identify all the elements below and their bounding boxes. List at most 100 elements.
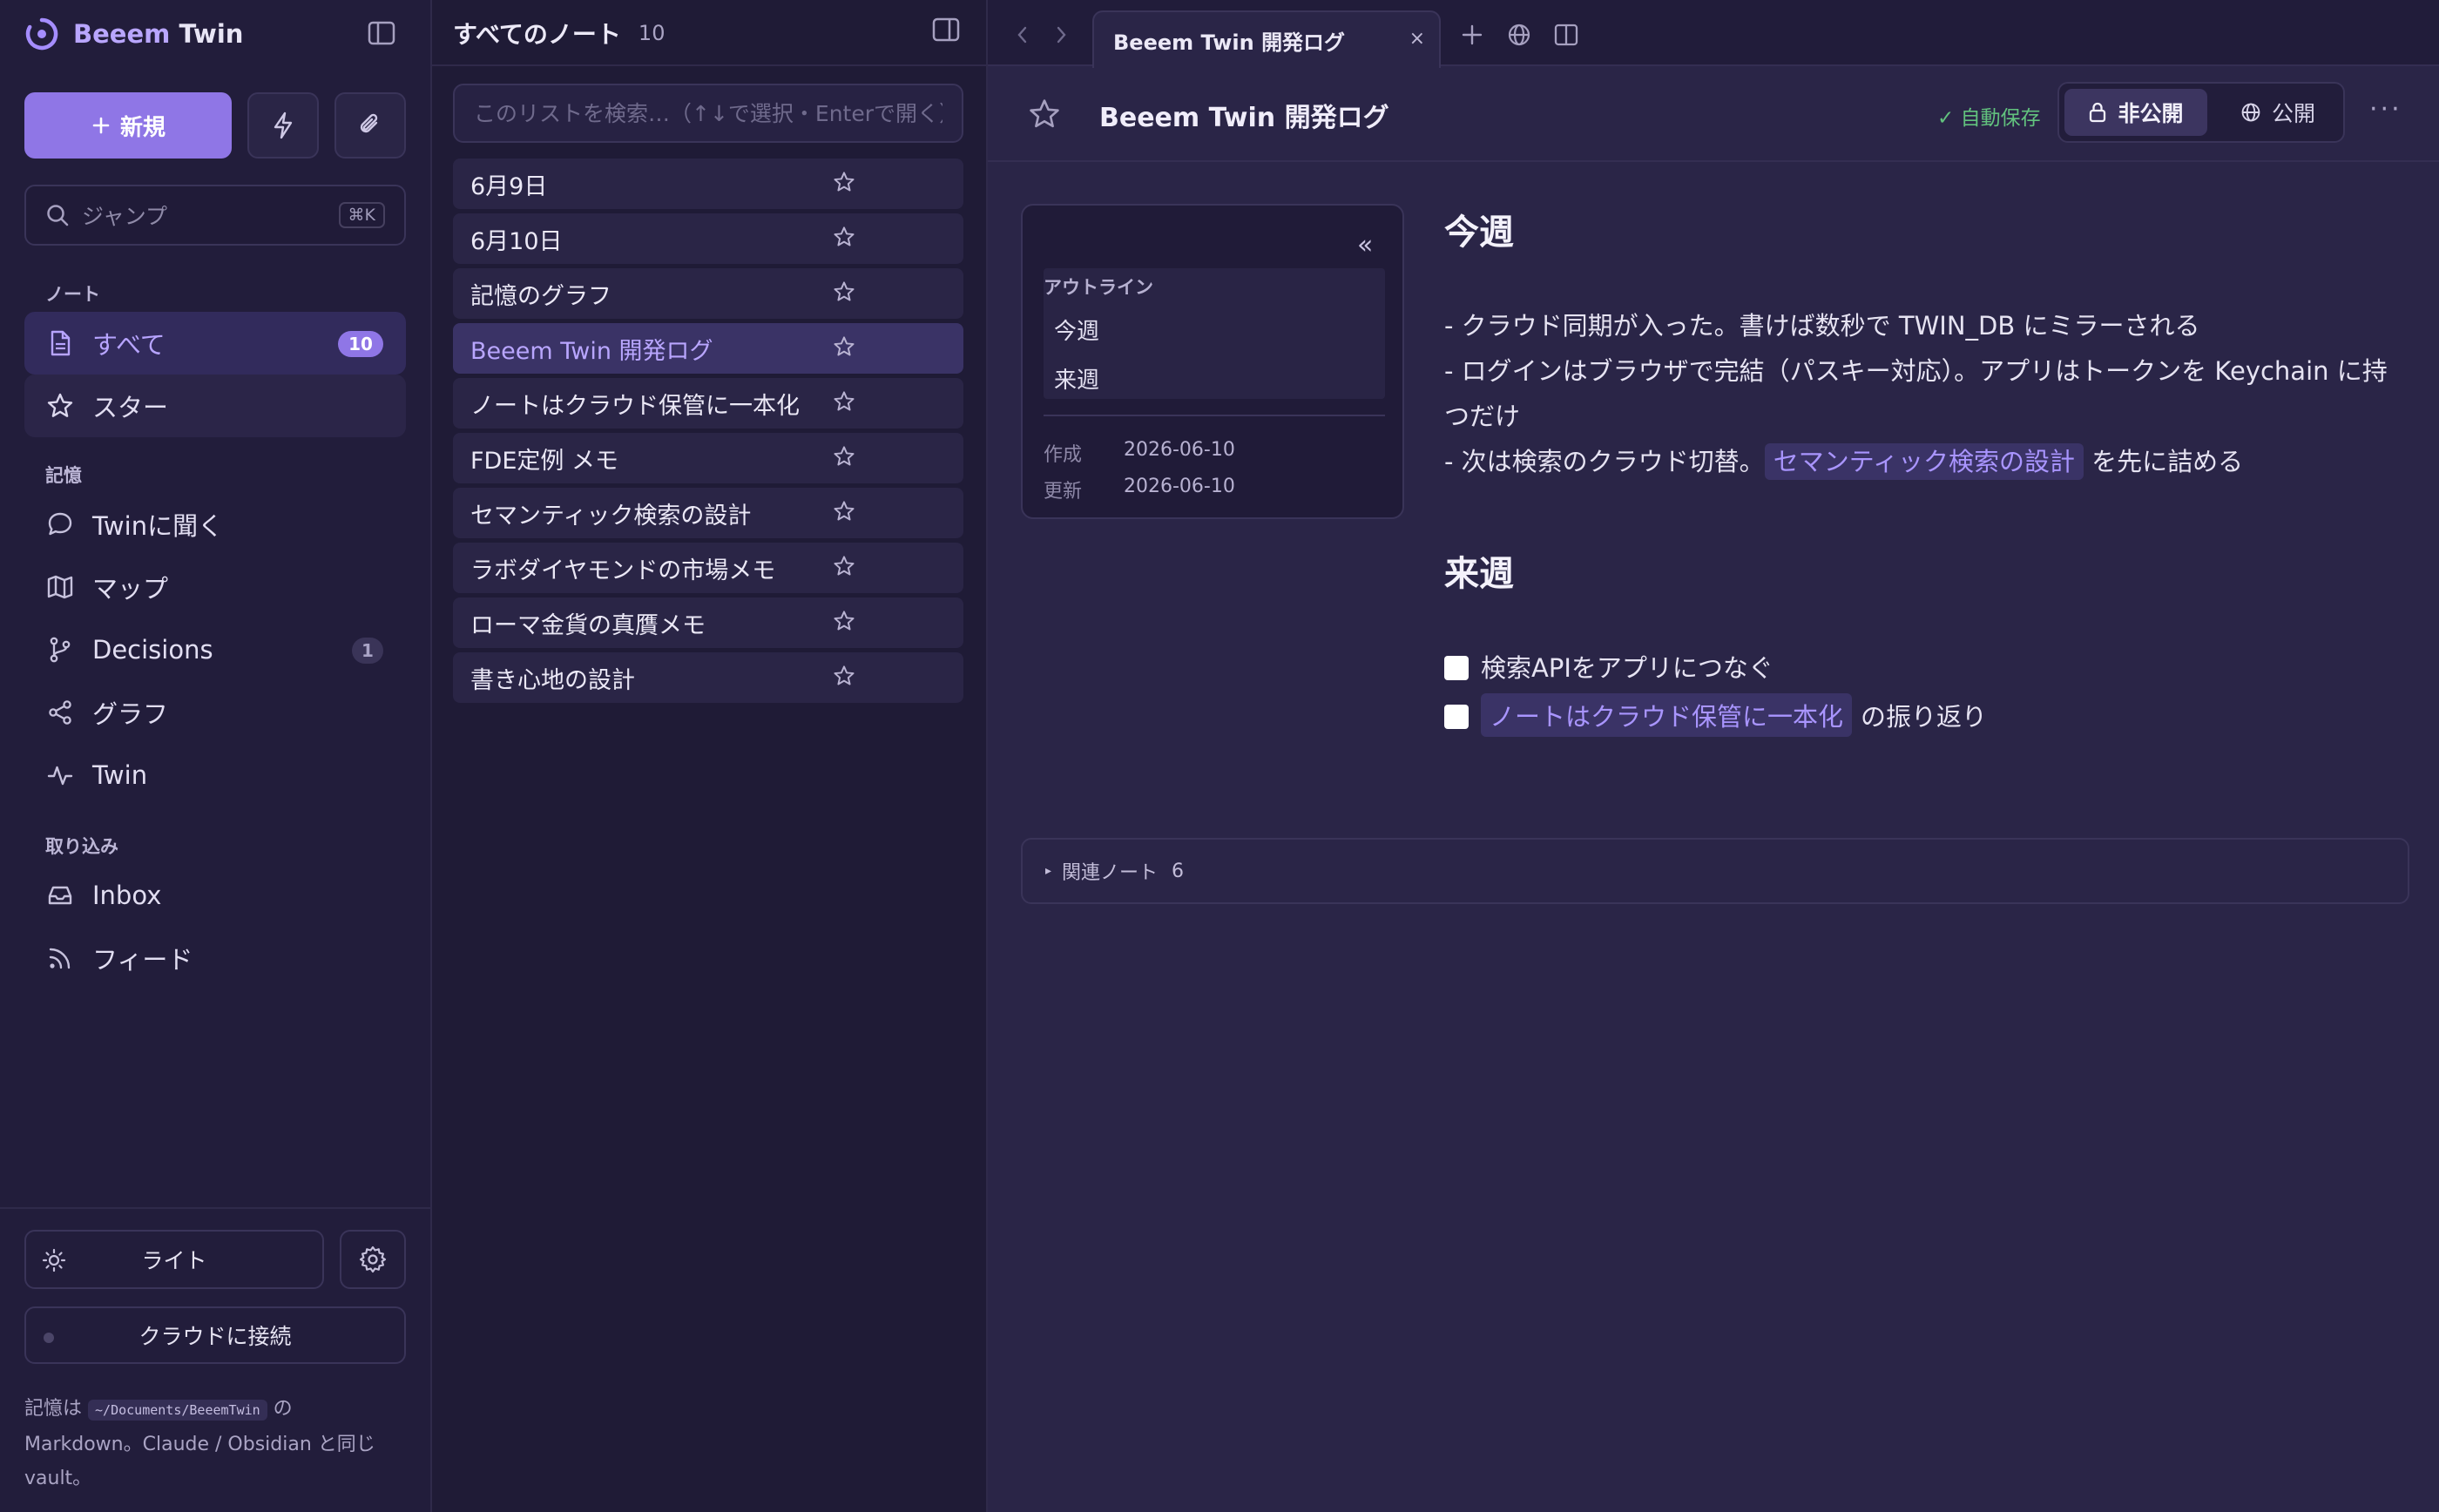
section-label-notes: ノート — [45, 284, 100, 305]
theme-toggle-button[interactable]: ライト — [24, 1230, 324, 1289]
note-list-toggle-button[interactable] — [932, 17, 960, 42]
note-title: 6月9日 — [470, 172, 548, 200]
section-label-memory: 記憶 — [45, 465, 82, 486]
paragraph-line: - ログインはブラウザで完結（パスキー対応）。アプリはトークンを Keychai… — [1444, 356, 2388, 431]
sidebar-toggle-button[interactable] — [364, 17, 399, 49]
sidebar-item-graph[interactable]: グラフ — [24, 681, 406, 744]
decisions-count-badge: 1 — [352, 638, 383, 664]
brand-name: Beeem Twin — [73, 19, 244, 49]
note-title: 6月10日 — [470, 227, 563, 255]
sidebar-item-map[interactable]: マップ — [24, 556, 406, 618]
note-link-semantic-search[interactable]: セマンティック検索の設計 — [1764, 443, 2084, 480]
task-checkbox[interactable] — [1444, 656, 1469, 680]
inbox-icon — [45, 881, 75, 910]
star-icon[interactable] — [833, 610, 855, 632]
map-icon — [45, 572, 75, 602]
outline-collapse-button[interactable]: « — [1357, 230, 1373, 260]
section-label-import: 取り込み — [45, 836, 118, 857]
sidebar-item-feed[interactable]: フィード — [24, 927, 406, 989]
sidebar-footer: ライト クラウドに接続 記憶は ~/Documents/BeeemTwin の … — [0, 1207, 432, 1512]
public-button[interactable]: 公開 — [2214, 89, 2341, 136]
star-icon — [45, 391, 75, 421]
note-title: Beeem Twin 開発ログ — [470, 337, 713, 365]
sidebar-item-starred[interactable]: スター — [24, 375, 406, 437]
back-button[interactable] — [1014, 24, 1031, 45]
task-checkbox[interactable] — [1444, 705, 1469, 729]
git-branch-icon — [45, 635, 75, 665]
brand[interactable]: Beeem Twin — [24, 14, 243, 54]
star-icon[interactable] — [833, 171, 855, 193]
star-icon[interactable] — [833, 335, 855, 358]
note-list-item[interactable]: ノートはクラウド保管に一本化 — [453, 378, 963, 429]
gear-icon — [358, 1245, 388, 1274]
new-note-button[interactable]: 新規 — [24, 92, 232, 159]
star-icon[interactable] — [833, 280, 855, 303]
task-item: 検索APIをアプリにつなぐ — [1444, 648, 1774, 685]
quick-capture-button[interactable] — [247, 92, 319, 159]
autosave-status: ✓ 自動保存 — [1937, 107, 2041, 130]
attach-button[interactable] — [334, 92, 406, 159]
note-list-item[interactable]: 6月10日 — [453, 213, 963, 264]
note-list-item[interactable]: 記憶のグラフ — [453, 268, 963, 319]
note-list-item[interactable]: セマンティック検索の設計 — [453, 488, 963, 538]
tab-close-button[interactable]: × — [1409, 28, 1425, 50]
outline-item-next-week[interactable]: 来週 — [1054, 362, 1099, 395]
note-title: セマンティック検索の設計 — [470, 502, 752, 530]
star-icon[interactable] — [833, 555, 855, 577]
jump-search[interactable]: ジャンプ ⌘K — [24, 185, 406, 246]
star-icon[interactable] — [833, 390, 855, 413]
note-list-item[interactable]: ラボダイヤモンドの市場メモ — [453, 543, 963, 593]
note-title: ノートはクラウド保管に一本化 — [470, 392, 800, 420]
star-icon[interactable] — [833, 226, 855, 248]
forward-button[interactable] — [1052, 24, 1070, 45]
note-list-item[interactable]: ローマ金貨の真贋メモ — [453, 597, 963, 648]
outline-item-this-week[interactable]: 今週 — [1054, 314, 1099, 346]
tab-dev-log[interactable]: Beeem Twin 開発ログ × — [1092, 10, 1441, 68]
divider — [432, 64, 986, 66]
new-tab-button[interactable] — [1460, 23, 1484, 47]
globe-button[interactable] — [1507, 23, 1531, 47]
note-title: ローマ金貨の真贋メモ — [470, 611, 706, 639]
visibility-toggle: 非公開 公開 — [2057, 82, 2345, 143]
document-title[interactable]: Beeem Twin 開発ログ — [1099, 96, 1389, 134]
star-icon[interactable] — [833, 500, 855, 523]
lightning-icon — [270, 111, 296, 140]
note-list-search-input[interactable] — [474, 100, 942, 126]
note-link-cloud-storage[interactable]: ノートはクラウド保管に一本化 — [1481, 693, 1853, 737]
private-button[interactable]: 非公開 — [2064, 89, 2207, 136]
heading-this-week: 今週 — [1444, 213, 1514, 253]
sidebar-item-inbox[interactable]: Inbox — [24, 864, 406, 927]
note-list-item[interactable]: FDE定例 メモ — [453, 433, 963, 483]
related-notes-toggle[interactable]: ▸ 関連ノート 6 — [1021, 838, 2409, 904]
settings-button[interactable] — [340, 1230, 406, 1289]
created-label: 作成 — [1044, 444, 1083, 466]
outline-panel: « アウトライン 今週 来週 作成 2026-06-10 更新 2026-06-… — [1021, 204, 1404, 519]
document-header: Beeem Twin 開発ログ ✓ 自動保存 非公開 公開 ··· — [988, 68, 2439, 162]
paragraph-line-with-link: - 次は検索のクラウド切替。 セマンティック検索の設計 を先に詰める — [1444, 439, 2411, 484]
all-count-badge: 10 — [338, 331, 383, 357]
note-list-search[interactable] — [453, 84, 963, 143]
sidebar-item-ask-twin[interactable]: Twinに聞く — [24, 493, 406, 556]
star-icon[interactable] — [833, 665, 855, 687]
jump-shortcut: ⌘K — [338, 202, 385, 228]
split-view-button[interactable] — [1554, 23, 1578, 47]
pulse-icon — [45, 760, 75, 790]
paperclip-icon — [357, 111, 383, 139]
favorite-star-button[interactable] — [1028, 98, 1061, 131]
note-list-item[interactable]: Beeem Twin 開発ログ — [453, 323, 963, 374]
paragraph-line: - クラウド同期が入った。書けば数秒で TWIN_DB にミラーされる — [1444, 311, 2200, 341]
lock-icon — [2088, 101, 2107, 124]
created-date: 2026-06-10 — [1124, 439, 1235, 461]
sidebar-item-decisions[interactable]: Decisions 1 — [24, 618, 406, 681]
sidebar-item-twin[interactable]: Twin — [24, 744, 406, 807]
note-list-item[interactable]: 6月9日 — [453, 159, 963, 209]
sidebar-item-all[interactable]: すべて 10 — [24, 312, 406, 375]
more-options-button[interactable]: ··· — [2369, 94, 2402, 125]
star-icon[interactable] — [833, 445, 855, 468]
plus-icon — [91, 115, 111, 136]
note-list-count: 10 — [638, 21, 665, 45]
chat-bubble-icon — [45, 510, 75, 539]
document-icon — [45, 328, 75, 358]
note-list-item[interactable]: 書き心地の設計 — [453, 652, 963, 703]
cloud-connect-button[interactable]: クラウドに接続 — [24, 1306, 406, 1364]
